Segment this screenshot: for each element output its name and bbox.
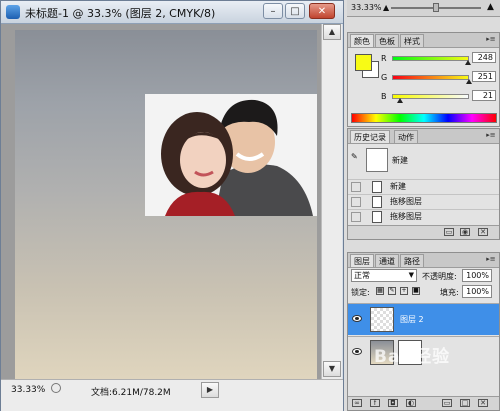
history-menu-icon[interactable]: ▸≡: [486, 131, 496, 140]
navigator-zoom-thumb[interactable]: [433, 3, 439, 12]
history-item-label: 拖移图层: [390, 197, 422, 206]
zoom-level[interactable]: 33.33%: [11, 385, 45, 395]
history-checkbox[interactable]: [351, 182, 361, 192]
blend-mode-value: 正常: [354, 271, 370, 280]
layers-panel: 图层 通道 路径 ▸≡ 正常 ▼ 不透明度: 100% 锁定: ▦ ✎ + ■ …: [347, 252, 500, 411]
photoshop-app-icon: [6, 5, 20, 19]
opacity-label: 不透明度:: [422, 272, 457, 281]
tab-layers[interactable]: 图层: [350, 254, 374, 267]
tab-styles[interactable]: 样式: [400, 34, 424, 47]
document-window: 未标题-1 @ 33.3% (图层 2, CMYK/8) – □ ✕ ▲ ▼ 3…: [0, 0, 344, 411]
history-brush-source-icon[interactable]: ✎: [351, 152, 361, 162]
history-footer: ▭ ◉ ✕: [348, 225, 499, 239]
green-slider[interactable]: [392, 75, 469, 80]
tab-channels[interactable]: 通道: [375, 254, 399, 267]
zoom-out-icon[interactable]: ▲: [383, 3, 389, 12]
scroll-up-arrow-icon[interactable]: ▲: [323, 24, 341, 40]
lock-image-icon[interactable]: ✎: [388, 287, 396, 295]
history-checkbox[interactable]: [351, 197, 361, 207]
panel-menu-icon[interactable]: ▸≡: [486, 35, 496, 44]
history-item-label: 新建: [390, 182, 406, 191]
canvas-area[interactable]: [1, 24, 321, 396]
vertical-scrollbar[interactable]: ▲ ▼: [321, 24, 342, 379]
opacity-input[interactable]: 100%: [462, 269, 492, 282]
status-info-icon[interactable]: [51, 383, 61, 393]
tab-color[interactable]: 颜色: [350, 34, 374, 47]
document-size: 文档:6.21M/78.2M: [91, 388, 171, 398]
adjustment-layer-icon[interactable]: ◐: [406, 399, 416, 407]
couple-photo-layer[interactable]: [145, 94, 317, 216]
snapshot-label: 新建: [392, 156, 408, 165]
history-item-label: 拖移图层: [390, 212, 422, 221]
layer-row[interactable]: 图层 2: [348, 303, 499, 335]
history-state-icon: [372, 181, 382, 193]
close-button[interactable]: ✕: [309, 3, 335, 19]
channel-label-b: B: [381, 92, 387, 101]
navigator-zoom[interactable]: 33.33%: [351, 3, 382, 12]
history-state-icon: [372, 211, 382, 223]
layers-footer: ∞ f ◘ ◐ ▭ □ ✕: [348, 396, 499, 410]
scroll-down-arrow-icon[interactable]: ▼: [323, 361, 341, 377]
tab-paths[interactable]: 路径: [400, 254, 424, 267]
red-slider[interactable]: [392, 56, 469, 61]
new-layer-icon[interactable]: □: [460, 399, 470, 407]
watermark: Bai 经验: [374, 347, 451, 367]
eye-icon[interactable]: [352, 315, 362, 322]
fill-label: 填充:: [440, 288, 459, 297]
layers-panel-tabs: 图层 通道 路径 ▸≡: [348, 253, 499, 268]
color-panel: 颜色 色板 样式 ▸≡ R 248 G 251 B 21: [347, 32, 500, 127]
lock-position-icon[interactable]: +: [400, 287, 408, 295]
lock-transparent-icon[interactable]: ▦: [376, 287, 384, 295]
tab-history[interactable]: 历史记录: [350, 130, 390, 143]
link-layers-icon[interactable]: ∞: [352, 399, 362, 407]
minimize-button[interactable]: –: [263, 3, 283, 19]
history-item[interactable]: 拖移图层: [348, 194, 499, 209]
lock-all-icon[interactable]: ■: [412, 287, 420, 295]
channel-label-r: R: [381, 54, 387, 63]
color-spectrum-bar[interactable]: [351, 113, 497, 123]
color-panel-tabs: 颜色 色板 样式 ▸≡: [348, 33, 499, 48]
window-title: 未标题-1 @ 33.3% (图层 2, CMYK/8): [25, 7, 216, 20]
history-state-icon: [372, 196, 382, 208]
new-snapshot-icon[interactable]: ◉: [460, 228, 470, 236]
document-canvas[interactable]: [15, 30, 317, 396]
lock-label: 锁定:: [351, 288, 370, 297]
fill-input[interactable]: 100%: [462, 285, 492, 298]
history-item[interactable]: 拖移图层: [348, 209, 499, 224]
status-bar: 33.33% 文档:6.21M/78.2M ▶: [1, 379, 343, 411]
blue-value-input[interactable]: 21: [472, 90, 496, 101]
history-checkbox[interactable]: [351, 212, 361, 222]
layer-thumbnail: [370, 307, 394, 332]
navigator-panel: 33.33% ▲ ▲: [347, 0, 500, 17]
layer-name[interactable]: 图层 2: [400, 314, 424, 325]
layers-menu-icon[interactable]: ▸≡: [486, 255, 496, 264]
status-menu-arrow-icon[interactable]: ▶: [201, 382, 219, 398]
maximize-button[interactable]: □: [285, 3, 305, 19]
title-bar[interactable]: 未标题-1 @ 33.3% (图层 2, CMYK/8) – □ ✕: [1, 1, 343, 24]
green-value-input[interactable]: 251: [472, 71, 496, 82]
blue-slider-marker[interactable]: [397, 98, 403, 103]
red-slider-marker[interactable]: [465, 60, 471, 65]
blend-mode-select[interactable]: 正常 ▼: [351, 269, 417, 282]
history-panel-tabs: 历史记录 动作 ▸≡: [348, 129, 499, 144]
new-group-icon[interactable]: ▭: [442, 399, 452, 407]
chevron-down-icon: ▼: [408, 271, 414, 279]
trash-icon[interactable]: ✕: [478, 228, 488, 236]
add-mask-icon[interactable]: ◘: [388, 399, 398, 407]
channel-label-g: G: [381, 73, 388, 82]
tab-swatches[interactable]: 色板: [375, 34, 399, 47]
blue-slider[interactable]: [392, 94, 469, 99]
layer-style-icon[interactable]: f: [370, 399, 380, 407]
foreground-color-swatch[interactable]: [355, 54, 372, 71]
new-document-from-state-icon[interactable]: ▭: [444, 228, 454, 236]
couple-photo-image: [145, 94, 317, 216]
history-panel: 历史记录 动作 ▸≡ ✎ 新建 新建 拖移图层 拖移图层 ▭ ◉ ✕: [347, 128, 500, 240]
red-value-input[interactable]: 248: [472, 52, 496, 63]
history-item[interactable]: 新建: [348, 179, 499, 194]
tab-actions[interactable]: 动作: [394, 130, 418, 143]
delete-layer-icon[interactable]: ✕: [478, 399, 488, 407]
history-snapshot-thumbnail[interactable]: [366, 148, 388, 172]
eye-icon[interactable]: [352, 348, 362, 355]
zoom-in-icon[interactable]: ▲: [487, 2, 494, 12]
